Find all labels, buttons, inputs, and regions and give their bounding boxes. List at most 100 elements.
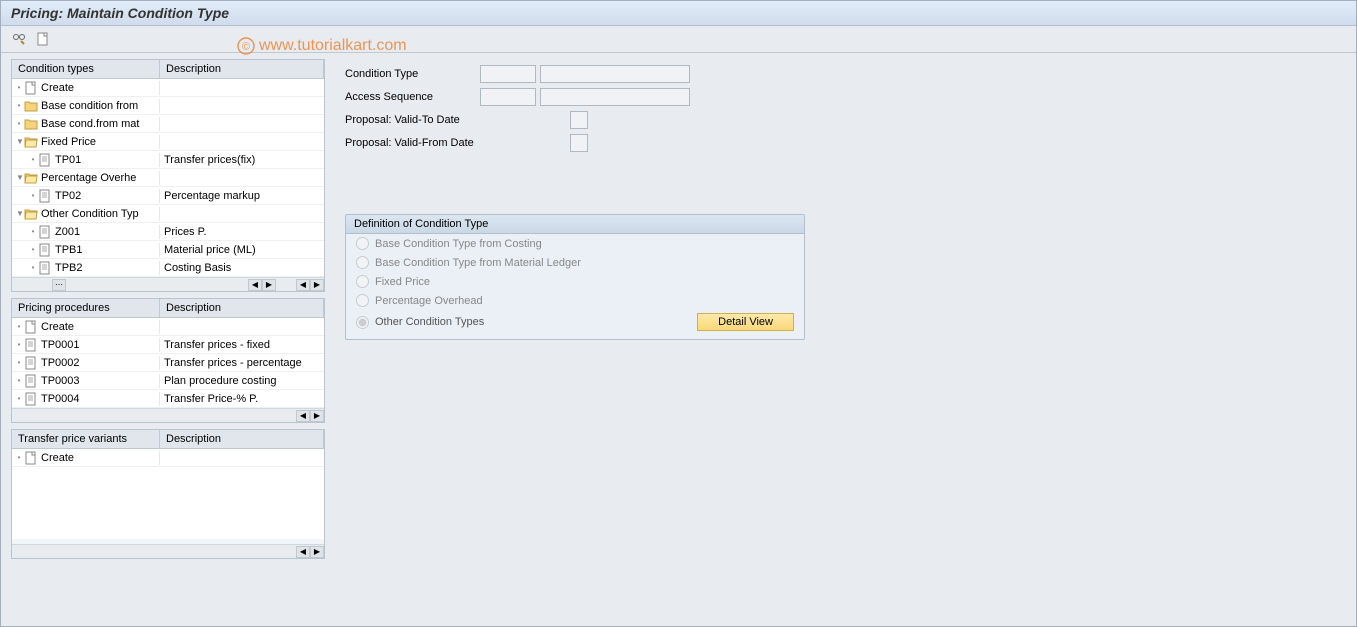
groupbox-title: Definition of Condition Type — [346, 215, 804, 234]
doc-icon — [24, 320, 38, 334]
tree-row[interactable]: •Base cond.from mat — [12, 115, 324, 133]
page-icon — [24, 356, 38, 370]
tree-label: Create — [41, 452, 74, 464]
tree-label: TP0004 — [41, 393, 80, 405]
tree-row[interactable]: •Base condition from — [12, 97, 324, 115]
page-title: Pricing: Maintain Condition Type — [1, 1, 1356, 26]
access-sequence-code-input[interactable] — [480, 88, 536, 106]
valid-to-input[interactable] — [570, 111, 588, 129]
tree-row[interactable]: •TP0003Plan procedure costing — [12, 372, 324, 390]
tree-desc: Plan procedure costing — [160, 375, 324, 387]
expand-icon[interactable]: ▼ — [16, 209, 22, 218]
tree-row[interactable]: •Create — [12, 449, 324, 467]
tree-label: TPB2 — [55, 262, 83, 274]
expand-icon[interactable]: ▼ — [16, 137, 22, 146]
page-icon — [24, 338, 38, 352]
tree-row[interactable]: •TP01Transfer prices(fix) — [12, 151, 324, 169]
valid-from-input[interactable] — [570, 134, 588, 152]
column-header[interactable]: Description — [160, 430, 324, 448]
page-icon — [38, 153, 52, 167]
column-header[interactable]: Description — [160, 60, 324, 78]
radio-fixed-price — [356, 275, 369, 288]
tree-label: Create — [41, 321, 74, 333]
tree-row[interactable]: •TP02Percentage markup — [12, 187, 324, 205]
access-sequence-label: Access Sequence — [345, 91, 480, 103]
column-header[interactable]: Description — [160, 299, 324, 317]
tree-desc: Costing Basis — [160, 262, 324, 274]
tree-desc: Transfer prices(fix) — [160, 154, 324, 166]
folder-icon — [24, 99, 38, 113]
tree-label: Z001 — [55, 226, 80, 238]
tree-desc: Transfer prices - fixed — [160, 339, 324, 351]
doc-icon — [24, 451, 38, 465]
tree-desc: Prices P. — [160, 226, 324, 238]
page-icon — [38, 225, 52, 239]
folder-open-icon — [24, 171, 38, 185]
tree-row[interactable]: •TP0004Transfer Price-% P. — [12, 390, 324, 408]
detail-view-button[interactable]: Detail View — [697, 313, 794, 331]
tree-row[interactable]: •Create — [12, 79, 324, 97]
tree-label: Other Condition Typ — [41, 208, 139, 220]
radio-label: Base Condition Type from Material Ledger — [375, 257, 581, 269]
page-icon — [38, 189, 52, 203]
tree-row[interactable]: ▼ Percentage Overhe — [12, 169, 324, 187]
tree-label: TP02 — [55, 190, 81, 202]
expand-icon[interactable]: ▼ — [16, 173, 22, 182]
page-icon — [38, 243, 52, 257]
access-sequence-desc-input[interactable] — [540, 88, 690, 106]
tree-row[interactable]: •TPB2Costing Basis — [12, 259, 324, 277]
tree-desc: Percentage markup — [160, 190, 324, 202]
folder-icon — [24, 117, 38, 131]
tree-desc: Transfer prices - percentage — [160, 357, 324, 369]
valid-to-label: Proposal: Valid-To Date — [345, 114, 570, 126]
condition-type-desc-input[interactable] — [540, 65, 690, 83]
transfer-price-variants-panel: Transfer price variants Description •Cre… — [11, 429, 325, 559]
condition-types-panel: Condition types Description •Create•Base… — [11, 59, 325, 292]
radio-base-costing — [356, 237, 369, 250]
tree-label: Create — [41, 82, 74, 94]
page-icon — [24, 392, 38, 406]
radio-label: Other Condition Types — [375, 316, 484, 328]
tree-label: TP0002 — [41, 357, 80, 369]
tree-label: Percentage Overhe — [41, 172, 136, 184]
display-change-button[interactable] — [11, 30, 29, 48]
folder-open-icon — [24, 135, 38, 149]
tree-label: TP01 — [55, 154, 81, 166]
tree-row[interactable]: •TP0002Transfer prices - percentage — [12, 354, 324, 372]
pricing-procedures-panel: Pricing procedures Description •Create •T… — [11, 298, 325, 423]
definition-groupbox: Definition of Condition Type Base Condit… — [345, 214, 805, 340]
tree-row[interactable]: •Create — [12, 318, 324, 336]
create-button[interactable] — [35, 30, 53, 48]
tree-row[interactable]: ▼ Fixed Price — [12, 133, 324, 151]
tree-label: TPB1 — [55, 244, 83, 256]
condition-type-label: Condition Type — [345, 68, 480, 80]
column-header[interactable]: Pricing procedures — [12, 299, 160, 317]
tree-row[interactable]: •Z001Prices P. — [12, 223, 324, 241]
doc-icon — [24, 81, 38, 95]
scrollbar[interactable]: ◀▶ — [12, 544, 324, 558]
tree-label: Base cond.from mat — [41, 118, 139, 130]
radio-percentage-overhead — [356, 294, 369, 307]
tree-row[interactable]: •TP0001Transfer prices - fixed — [12, 336, 324, 354]
tree-label: TP0001 — [41, 339, 80, 351]
condition-type-code-input[interactable] — [480, 65, 536, 83]
radio-label: Fixed Price — [375, 276, 430, 288]
page-icon — [24, 374, 38, 388]
column-header[interactable]: Condition types — [12, 60, 160, 78]
page-icon — [38, 261, 52, 275]
valid-from-label: Proposal: Valid-From Date — [345, 137, 570, 149]
radio-label: Percentage Overhead — [375, 295, 483, 307]
radio-label: Base Condition Type from Costing — [375, 238, 542, 250]
tree-label: Base condition from — [41, 100, 138, 112]
radio-base-ml — [356, 256, 369, 269]
toolbar — [1, 26, 1356, 53]
tree-label: TP0003 — [41, 375, 80, 387]
tree-row[interactable]: •TPB1Material price (ML) — [12, 241, 324, 259]
scrollbar[interactable]: ◀▶ — [12, 408, 324, 422]
folder-open-icon — [24, 207, 38, 221]
tree-row[interactable]: ▼ Other Condition Typ — [12, 205, 324, 223]
column-header[interactable]: Transfer price variants — [12, 430, 160, 448]
scrollbar[interactable]: ⋯ ◀▶ ◀▶ — [12, 277, 324, 291]
radio-other-condition-types — [356, 316, 369, 329]
tree-label: Fixed Price — [41, 136, 96, 148]
